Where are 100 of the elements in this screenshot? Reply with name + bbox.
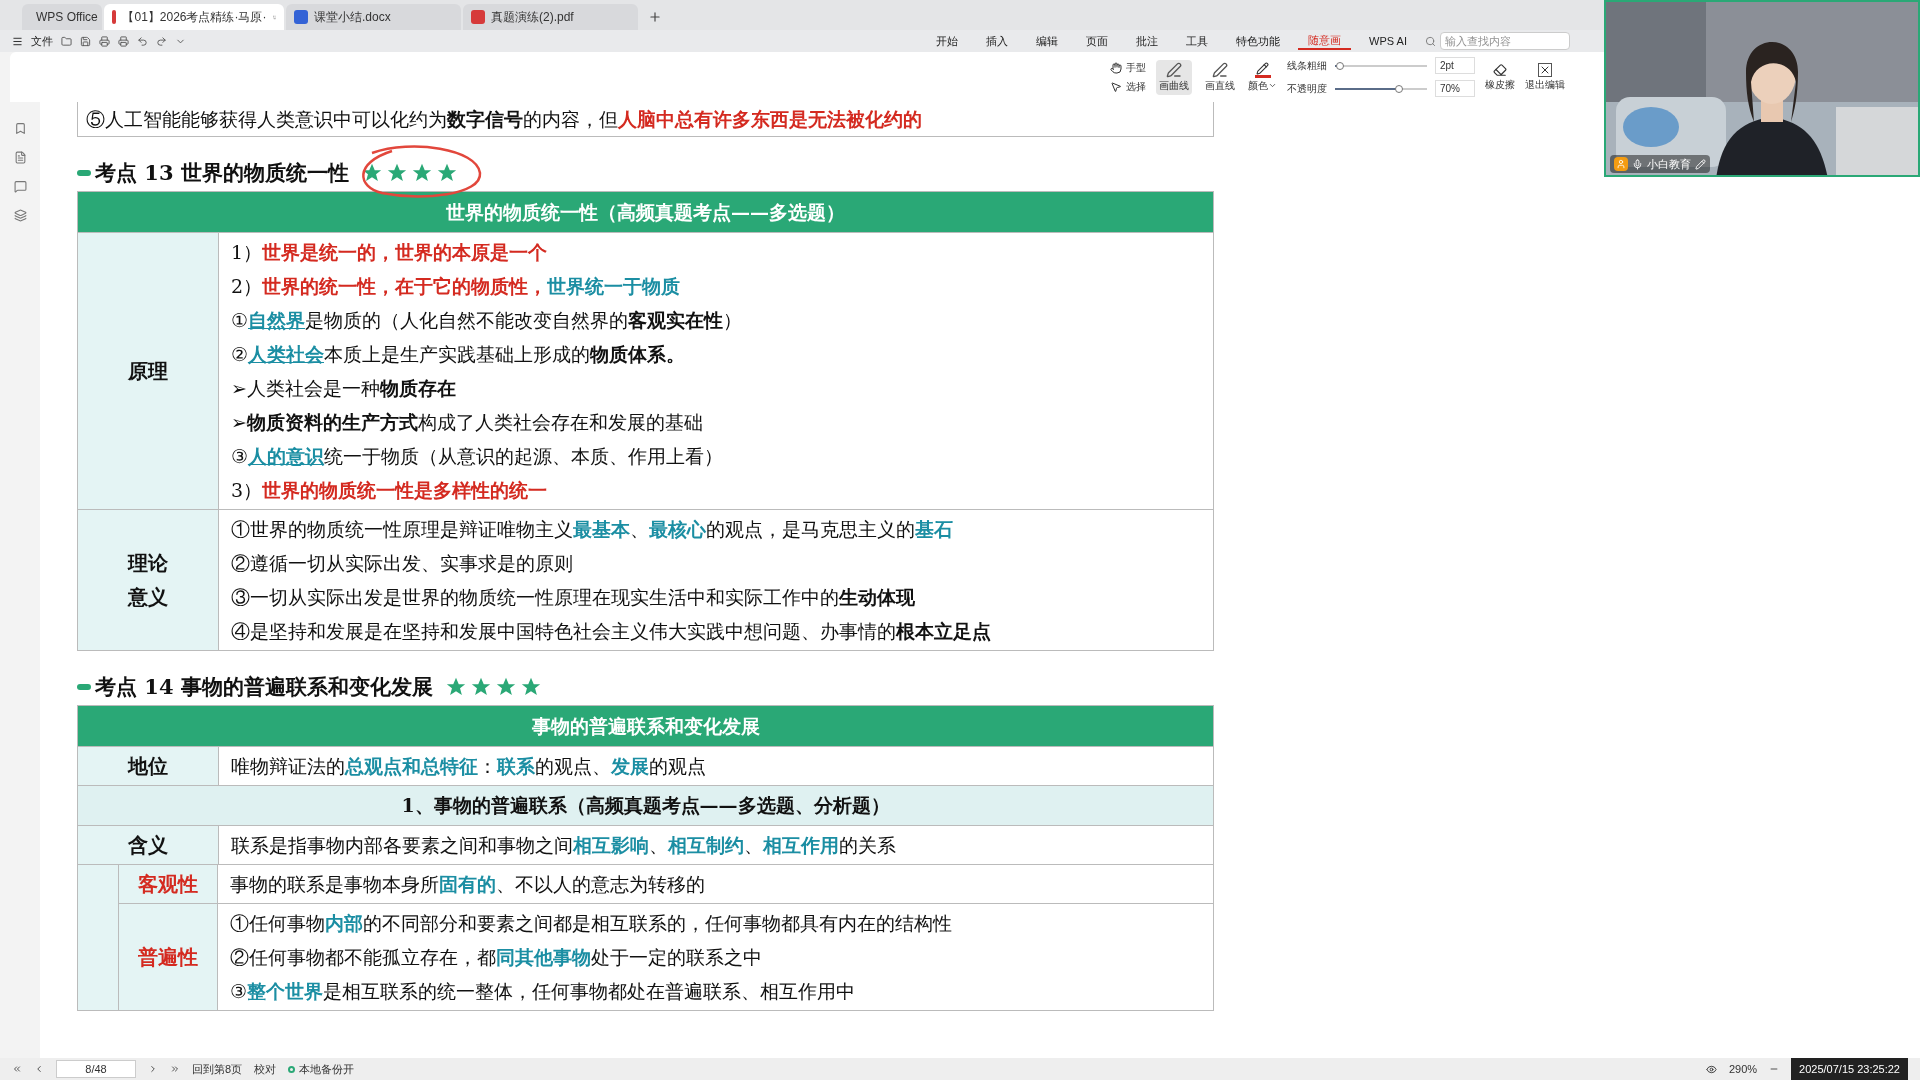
page-nav-icon[interactable] [34,1064,44,1074]
toolbar-icon[interactable] [156,35,167,47]
eraser-icon [1493,62,1507,77]
slider-thumb[interactable] [1335,61,1344,70]
ribbon-tab[interactable]: 页面 [1076,32,1119,50]
pencil-icon [1256,61,1269,75]
ribbon-tab[interactable]: 编辑 [1026,32,1069,50]
toolbar-icon[interactable] [137,35,148,47]
text-line: 唯物辩证法的总观点和总特征：联系的观点、发展的观点 [231,754,706,779]
color-swatch [1254,74,1271,78]
text-line: ④是坚持和发展是在坚持和发展中国特色社会主义伟大实践中想问题、办事情的根本立足点 [231,619,991,644]
search-icon[interactable] [1425,35,1436,47]
proofread-button[interactable]: 校对 [254,1060,277,1078]
sidebar-icon[interactable] [13,151,27,164]
label-text: 地位 [128,753,168,780]
star-icon [469,676,492,698]
text-line: ➢人类社会是一种物质存在 [231,376,456,401]
toolbar-icon[interactable] [118,35,129,47]
label-text: 原理 [128,358,168,385]
color-button[interactable]: 颜色 [1248,61,1277,93]
text-line: ➢物质资料的生产方式构成了人类社会存在和发展的基础 [231,410,703,435]
search-field[interactable]: 输入查找内容 [1440,32,1570,50]
row-label: 客观性 [119,865,218,903]
sidebar-icon[interactable] [13,209,27,222]
text-line: ②人类社会本质上是生产实践基础上形成的物质体系。 [231,342,685,367]
row-label: 普遍性 [119,904,218,1010]
select-tool-button[interactable]: 选择 [1110,79,1146,94]
star-icon [519,676,542,698]
ribbon-tab[interactable]: 开始 [926,32,969,50]
table-title: 世界的物质统一性（高频真题考点——多选题） [78,192,1213,232]
tab-label: 真题演练(2).pdf [491,9,574,26]
text-line: 1）世界是统一的，世界的本原是一个 [231,240,548,265]
document-tab[interactable]: 真题演练(2).pdf [463,4,638,30]
curve-tool-button[interactable]: 画曲线 [1156,59,1192,95]
opacity-dropdown[interactable]: 70% [1435,80,1475,97]
text-line: ③一切从实际出发是世界的物质统一性原理在现实生活中和实际工作中的生动体现 [231,585,915,610]
slider[interactable] [1335,83,1427,94]
toolbar-icon[interactable] [99,35,110,47]
slider[interactable] [1335,60,1427,71]
page-field[interactable]: 8/48 [56,1059,136,1079]
slider-thumb[interactable] [1395,84,1404,93]
star-icon [444,676,467,698]
table-subheader: 1、事物的普遍联系（高频真题考点——多选题、分析题） [78,785,1213,825]
document-tab[interactable]: 【01】2026考点精练·马原· [104,4,284,30]
close-icon [1538,62,1552,77]
sidebar-icon[interactable] [13,122,27,135]
participant-name: 小白教育 [1647,156,1691,172]
file-menu[interactable]: 文件 [31,32,53,50]
ribbon-tab[interactable]: 插入 [976,32,1019,50]
toolbar-icon[interactable] [80,35,91,47]
toolbar-icon[interactable] [61,35,72,47]
opacity-label: 不透明度 [1287,82,1327,96]
section-heading: 考点 13 世界的物质统一性 [95,159,349,188]
text-line: 联系是指事物内部各要素之间和事物之间相互影响、相互制约、相互作用的关系 [231,833,896,858]
pen-icon [1166,61,1182,78]
page-nav-icon[interactable] [12,1064,22,1074]
ribbon-tab[interactable]: 随意画 [1298,31,1352,51]
width-dropdown[interactable]: 2pt [1435,57,1475,74]
backup-status[interactable]: 本地备份开 [288,1060,355,1078]
document-tab[interactable]: 课堂小结.docx [286,4,461,30]
star-icon [385,162,408,184]
text-line: 2）世界的统一性，在于它的物质性，世界统一于物质 [231,274,681,299]
star-icon [494,676,517,698]
eye-icon[interactable] [1705,1063,1717,1075]
user-icon [1614,157,1628,171]
clock: 2025/07/15 23:25:22 [1791,1058,1908,1080]
text-line: ①世界的物质统一性原理是辩证唯物主义最基本、最核心的观点，是马克思主义的基石 [231,517,953,542]
zoom-level[interactable]: 290% [1728,1060,1758,1078]
page-nav-icon[interactable] [148,1064,158,1074]
tab-label: 【01】2026考点精练·马原· [122,9,267,26]
table-title: 事物的普遍联系和变化发展 [78,706,1213,746]
text-line: ③人的意识统一于物质（从意识的起源、本质、作用上看） [231,444,723,469]
star-icon [410,162,433,184]
text-line: ⑤人工智能能够获得人类意识中可以化约为数字信号的内容，但人脑中总有许多东西是无法被化约的 [86,107,922,132]
pen-icon [1212,61,1228,78]
document-tab[interactable]: WPS Office [22,4,102,30]
ribbon-tab[interactable]: 批注 [1126,32,1169,50]
text-line: ①任何事物内部的不同部分和要素之间都是相互联系的，任何事物都具有内在的结构性 [230,911,952,936]
page-nav-icon[interactable] [170,1064,180,1074]
label-text: 理论 [128,550,168,577]
hand-tool-button[interactable]: 手型 [1110,60,1146,75]
sidebar-icon[interactable] [13,180,27,193]
text-line: ②任何事物都不能孤立存在，都同其他事物处于一定的联系之中 [230,945,762,970]
new-tab-icon[interactable] [648,10,662,24]
text-line: ①自然界是物质的（人化自然不能改变自然界的客观实在性） [231,308,742,333]
star-icon [435,162,458,184]
exit-edit-button[interactable]: 退出编辑 [1525,62,1565,92]
label-text: 意义 [128,584,168,611]
pencil-icon [1695,158,1706,170]
line-width-label: 线条粗细 [1287,59,1327,73]
eraser-button[interactable]: 橡皮擦 [1485,62,1515,92]
pointer-icon [1110,80,1122,93]
ribbon-tab[interactable]: WPS AI [1359,32,1417,50]
tab-label: 课堂小结.docx [314,9,391,26]
ribbon-tab[interactable]: 特色功能 [1226,32,1291,50]
heading-marker [77,170,91,176]
menu-icon[interactable] [12,35,23,47]
line-tool-button[interactable]: 画直线 [1202,59,1238,95]
ribbon-tab[interactable]: 工具 [1176,32,1219,50]
back-to-page-link[interactable]: 回到第8页 [192,1060,243,1078]
